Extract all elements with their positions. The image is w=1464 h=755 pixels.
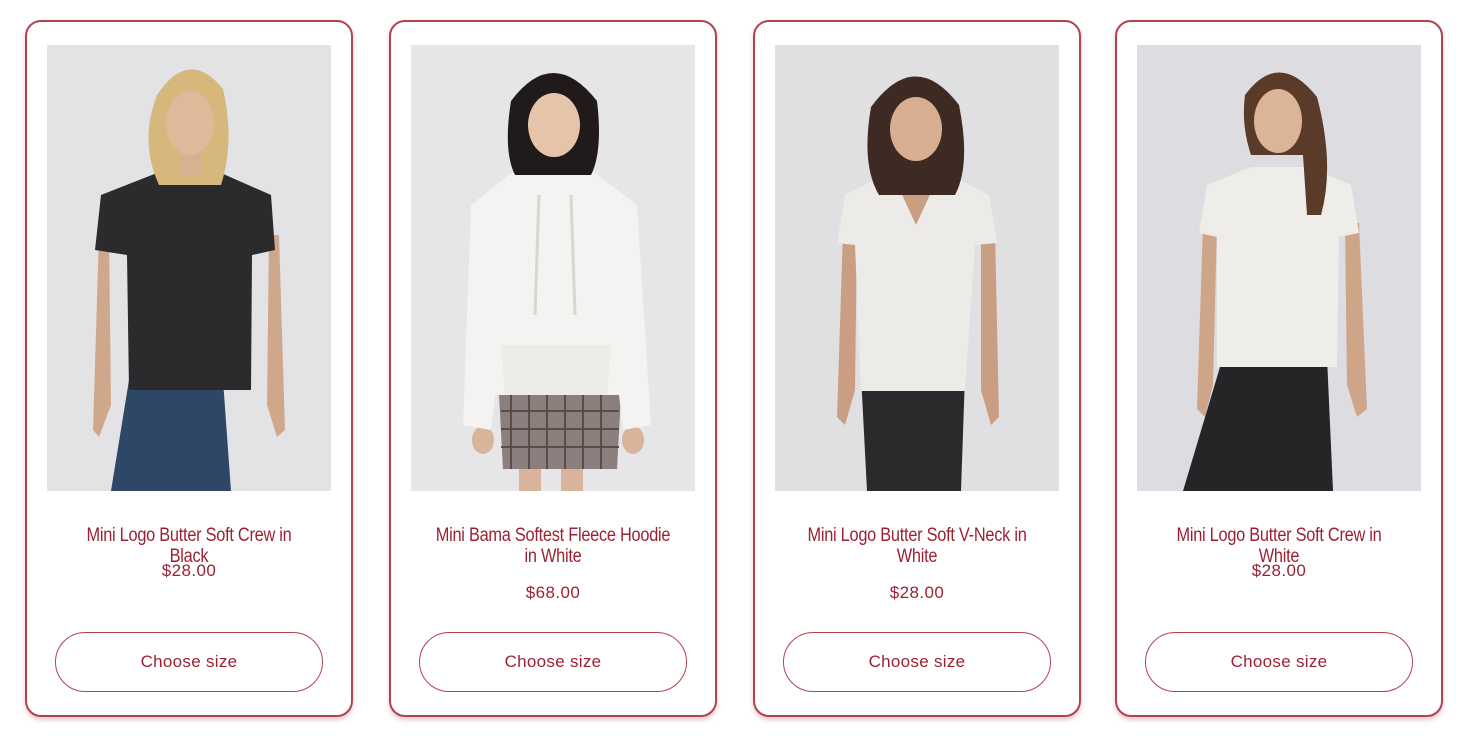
product-card[interactable]: Mini Logo Butter Soft Crew in White $28.… (1115, 20, 1443, 717)
product-price: $68.00 (525, 583, 581, 602)
product-card[interactable]: Mini Logo Butter Soft Crew in Black $28.… (25, 20, 353, 717)
product-title[interactable]: Mini Bama Softest Fleece Hoodie in White (431, 525, 675, 567)
product-image-white-crew[interactable] (1137, 45, 1421, 491)
choose-size-button[interactable]: Choose size (1145, 632, 1413, 692)
choose-size-button[interactable]: Choose size (55, 632, 323, 692)
choose-size-button[interactable]: Choose size (783, 632, 1051, 692)
product-grid: Mini Logo Butter Soft Crew in Black $28.… (0, 0, 1464, 755)
product-price: $28.00 (161, 561, 217, 580)
product-card[interactable]: Mini Bama Softest Fleece Hoodie in White… (389, 20, 717, 717)
product-image-black-crew[interactable] (47, 45, 331, 491)
product-price: $28.00 (889, 583, 945, 602)
product-image-vneck-white[interactable] (775, 45, 1059, 491)
choose-size-button[interactable]: Choose size (419, 632, 687, 692)
product-price: $28.00 (1251, 561, 1307, 580)
product-title[interactable]: Mini Logo Butter Soft V-Neck in White (795, 525, 1039, 567)
product-image-fleece-hoodie[interactable] (411, 45, 695, 491)
product-card[interactable]: Mini Logo Butter Soft V-Neck in White $2… (753, 20, 1081, 717)
